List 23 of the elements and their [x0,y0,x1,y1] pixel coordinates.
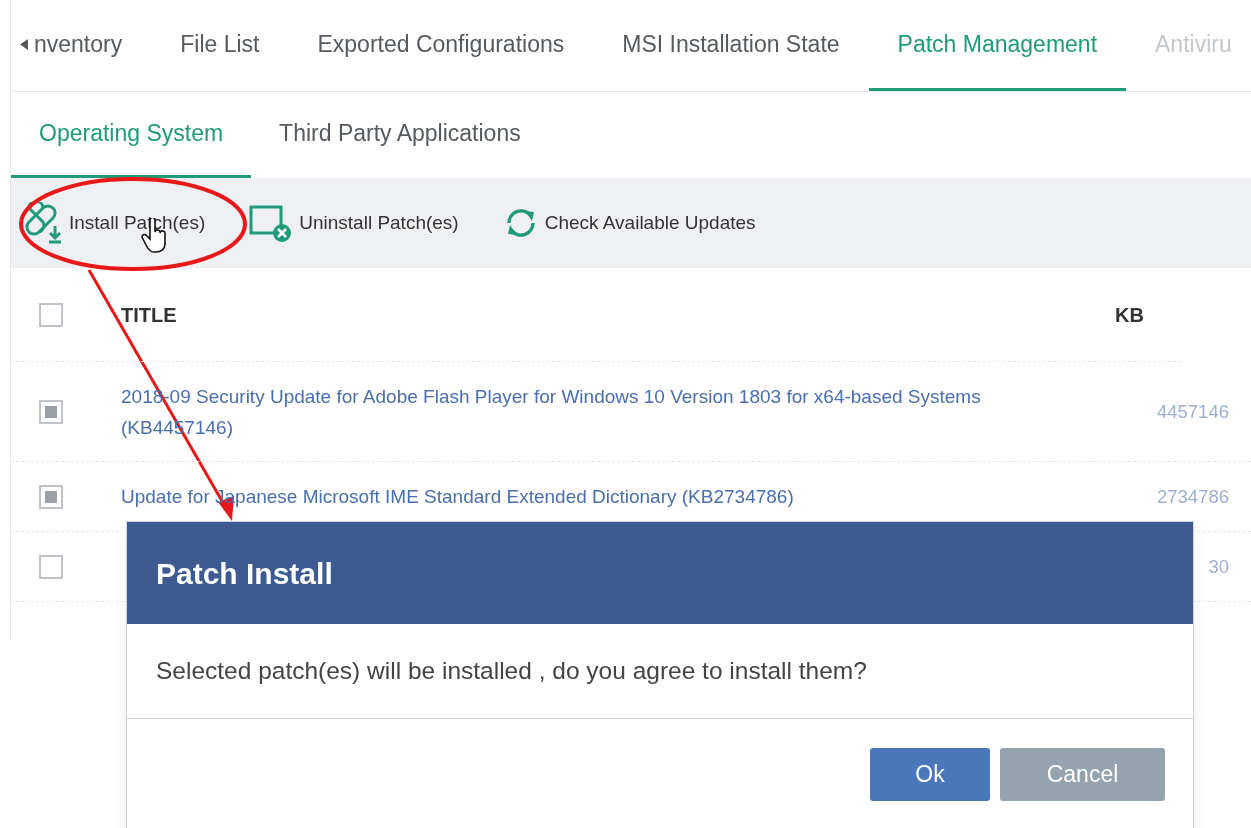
kb-number: 30 [1208,554,1229,579]
checkbox[interactable] [39,554,63,579]
subtab[interactable]: Third Party Applications [251,92,549,178]
tab[interactable]: nventory [34,26,123,62]
dialog-message: Selected patch(es) will be installed , do you agree to install them? [156,655,867,686]
tab[interactable]: Patch Management [897,26,1098,62]
bandage-download-icon [23,202,63,244]
tab[interactable]: MSI Installation State [622,26,840,62]
tab[interactable]: Exported Configurations [317,26,565,62]
dialog-title: Patch Install [156,555,333,592]
column-header[interactable]: KB [1115,299,1181,330]
checkbox[interactable] [39,484,63,509]
checkbox[interactable] [39,399,63,424]
kb-number: 4457146 [1156,399,1229,424]
window-remove-icon [249,203,294,243]
tab[interactable]: File List [180,26,260,62]
ok-button[interactable]: Ok [870,748,990,801]
column-header[interactable]: TITLE [121,299,1115,330]
toolbar-button[interactable]: Check Available Updates [502,205,756,241]
kb-number: 2734786 [1156,484,1229,509]
scroll-left-icon[interactable] [20,38,28,50]
toolbar-button[interactable]: Uninstall Patch(es) [249,203,459,243]
checkbox[interactable] [39,302,63,327]
